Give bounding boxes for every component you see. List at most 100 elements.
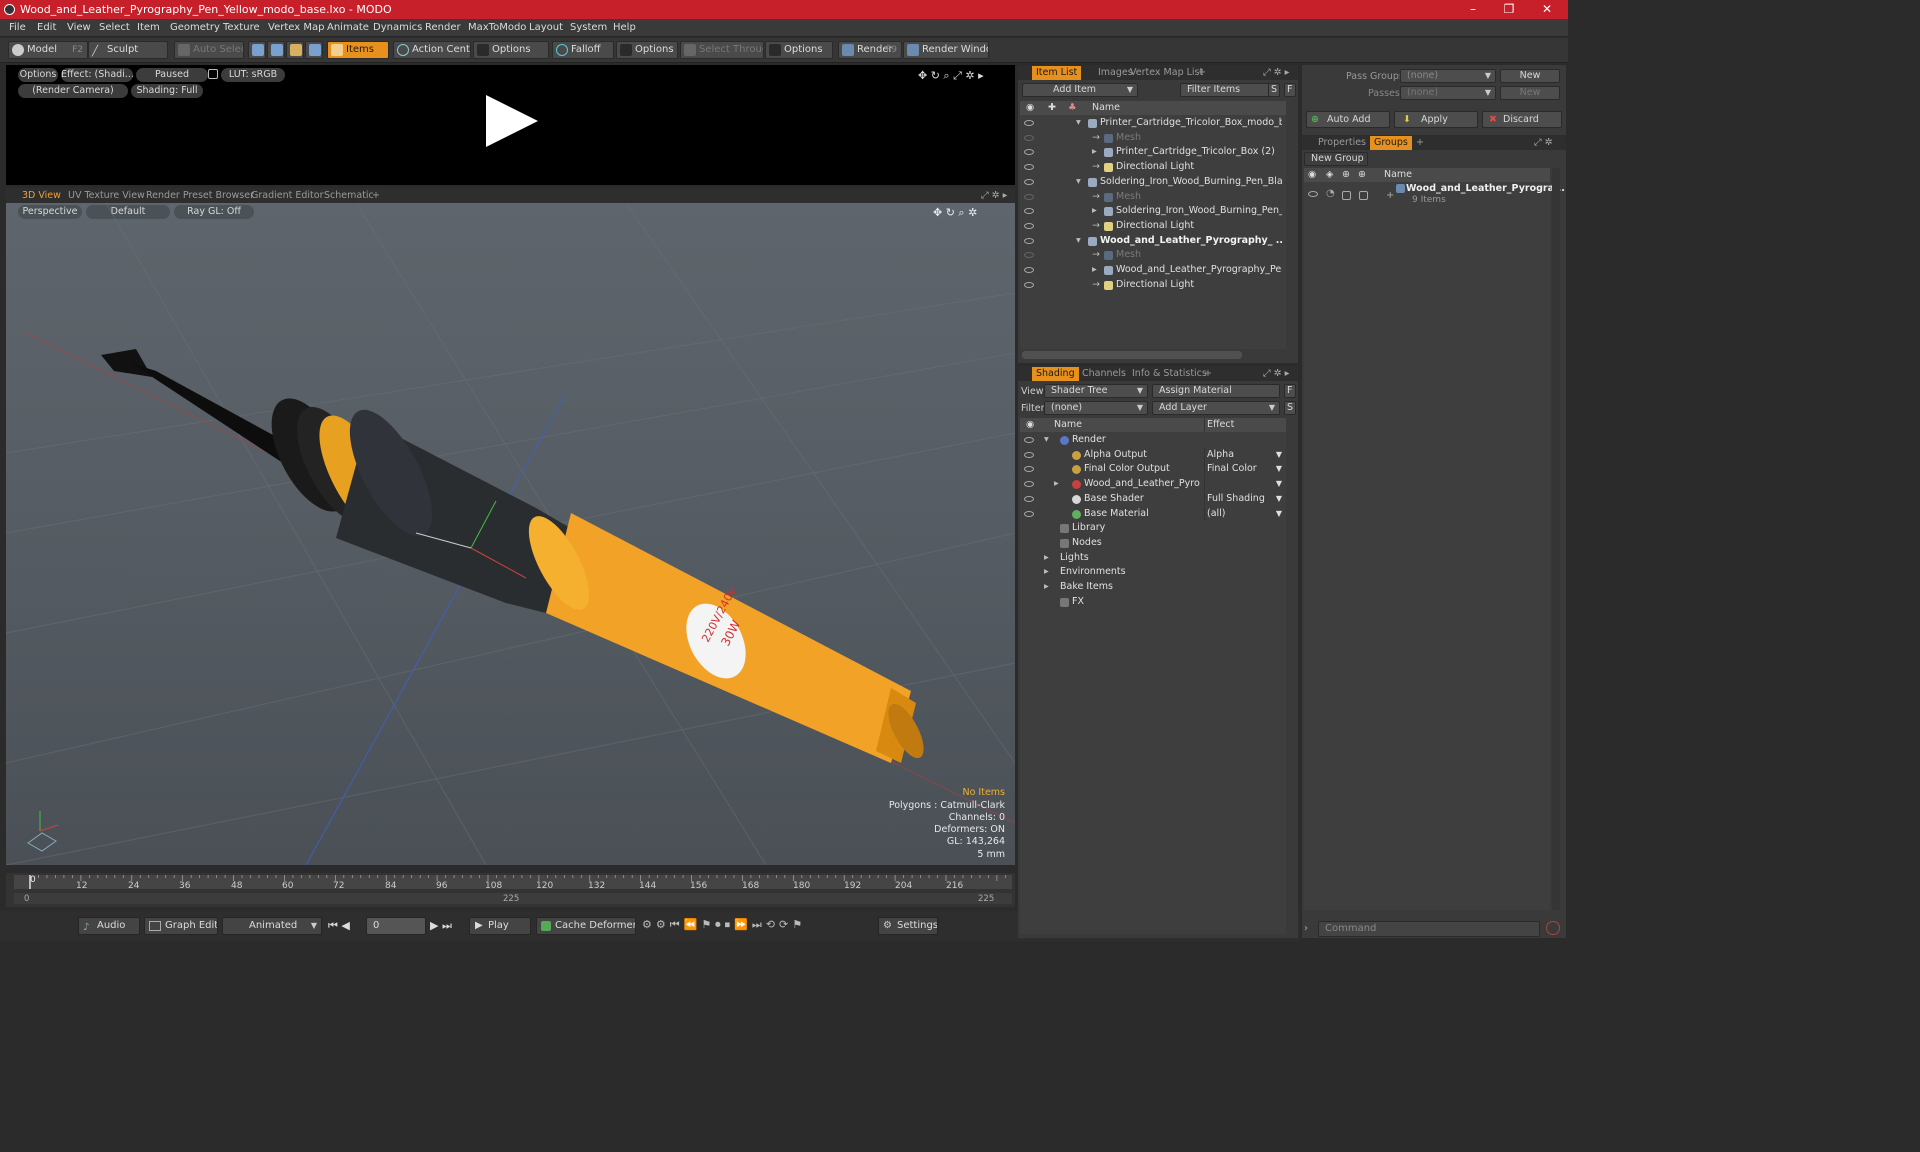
tab-3d-view[interactable]: 3D View bbox=[22, 189, 61, 203]
filter-s-button[interactable]: S bbox=[1268, 83, 1280, 97]
collapse-arrow-icon[interactable]: ▾ bbox=[1076, 234, 1081, 248]
eye-icon[interactable] bbox=[1024, 495, 1034, 502]
tab-schematic[interactable]: Schematic bbox=[324, 189, 374, 203]
eye-icon[interactable] bbox=[1024, 178, 1034, 185]
item-list-row[interactable]: → Mesh bbox=[1020, 190, 1286, 205]
lock-checkbox[interactable] bbox=[1342, 191, 1351, 200]
select-checkbox[interactable] bbox=[1359, 191, 1368, 200]
menu-view[interactable]: View bbox=[67, 22, 91, 33]
eye-icon[interactable] bbox=[1024, 149, 1034, 156]
menu-animate[interactable]: Animate bbox=[327, 22, 369, 33]
eye-icon[interactable] bbox=[1024, 481, 1034, 488]
eye-icon[interactable] bbox=[1024, 164, 1034, 171]
menu-system[interactable]: System bbox=[570, 22, 607, 33]
render-window-button[interactable]: Render Window bbox=[903, 41, 989, 59]
add-tab-button[interactable]: + bbox=[372, 189, 380, 203]
menu-select[interactable]: Select bbox=[99, 22, 130, 33]
eye-icon[interactable] bbox=[1024, 252, 1034, 259]
action-center-button[interactable]: Action Center bbox=[393, 41, 471, 59]
lock-icon[interactable] bbox=[208, 69, 218, 79]
collapse-arrow-icon[interactable]: ▾ bbox=[1076, 116, 1081, 130]
render-camera-dropdown[interactable]: (Render Camera) bbox=[18, 84, 128, 98]
shader-tree-row[interactable]: Nodes bbox=[1020, 536, 1286, 551]
effect-dropdown[interactable]: ▼ bbox=[1204, 477, 1284, 492]
tab-item-list[interactable]: Item List bbox=[1032, 66, 1082, 80]
expand-arrow-icon[interactable]: → bbox=[1092, 160, 1100, 174]
shader-tree-row[interactable]: FX bbox=[1020, 595, 1286, 610]
select-through-button[interactable]: Select Through bbox=[680, 41, 764, 59]
tab-groups[interactable]: Groups bbox=[1370, 136, 1412, 150]
passes-dropdown[interactable]: (none) ▼ bbox=[1400, 86, 1496, 100]
item-list-row[interactable]: ▾ Wood_and_Leather_Pyrography_ ... bbox=[1020, 234, 1286, 249]
frame-input[interactable]: 0 bbox=[366, 917, 426, 935]
shader-tree-row[interactable]: Final Color Output Final Color ▼ bbox=[1020, 462, 1286, 477]
preview-paused-button[interactable]: Paused bbox=[136, 68, 208, 82]
shader-tree-row[interactable]: Library bbox=[1020, 521, 1286, 536]
effect-dropdown[interactable]: Full Shading ▼ bbox=[1204, 491, 1284, 506]
item-list-row[interactable]: → Mesh bbox=[1020, 248, 1286, 263]
skip-forward-icons[interactable]: ▶ ⏭ bbox=[430, 919, 452, 933]
item-list-row[interactable]: ▸ Soldering_Iron_Wood_Burning_Pen_B... bbox=[1020, 204, 1286, 219]
assign-material-button[interactable]: Assign Material bbox=[1152, 384, 1280, 398]
eye-icon[interactable] bbox=[1024, 134, 1034, 141]
sculpt-mode-button[interactable]: ╱ Sculpt bbox=[88, 41, 168, 59]
eye-icon[interactable] bbox=[1024, 437, 1034, 443]
tab-images[interactable]: Images bbox=[1098, 66, 1133, 80]
key-tools-icons[interactable]: ⚙⚙⏮⏪⚑⏺⏹⏩⏭⟲⟳⚑ bbox=[642, 918, 806, 932]
discard-button[interactable]: ✖ Discard bbox=[1482, 111, 1562, 128]
play-icon[interactable] bbox=[484, 93, 540, 149]
expand-icon[interactable]: + bbox=[1386, 190, 1394, 201]
effect-dropdown[interactable]: Alpha ▼ bbox=[1204, 447, 1284, 462]
expand-arrow-icon[interactable]: ▸ bbox=[1092, 204, 1097, 218]
expand-arrow-icon[interactable]: ▸ bbox=[1092, 145, 1097, 159]
tab-uv-texture-view[interactable]: UV Texture View bbox=[68, 189, 145, 203]
menu-geometry[interactable]: Geometry bbox=[170, 22, 220, 33]
eye-icon[interactable] bbox=[1308, 191, 1318, 197]
model-mode-button[interactable]: Model F2 bbox=[8, 41, 88, 59]
eye-icon[interactable] bbox=[1024, 222, 1034, 229]
item-list-row[interactable]: → Directional Light bbox=[1020, 219, 1286, 234]
expand-arrow-icon[interactable]: ▸ bbox=[1044, 580, 1049, 594]
menu-texture[interactable]: Texture bbox=[223, 22, 260, 33]
item-list-row[interactable]: → Mesh bbox=[1020, 131, 1286, 146]
expand-arrow-icon[interactable]: → bbox=[1092, 219, 1100, 233]
tab-shading[interactable]: Shading bbox=[1032, 367, 1079, 381]
filter-dropdown[interactable]: (none) ▼ bbox=[1044, 401, 1148, 415]
eye-icon[interactable] bbox=[1024, 120, 1034, 126]
item-list-row[interactable]: → Directional Light bbox=[1020, 278, 1286, 293]
tab-gradient-editor[interactable]: Gradient Editor bbox=[251, 189, 323, 203]
panel-expand-icon[interactable]: ⤢ ✲ bbox=[1534, 136, 1553, 150]
menu-file[interactable]: File bbox=[9, 22, 26, 33]
shader-tree-row[interactable]: Alpha Output Alpha ▼ bbox=[1020, 447, 1286, 463]
shader-tree-row[interactable]: ▸ Environments bbox=[1020, 565, 1286, 580]
render-toggle-icon[interactable]: ◔ bbox=[1326, 188, 1335, 199]
minimize-button[interactable]: – bbox=[1458, 1, 1488, 18]
play-button[interactable]: ▶ Play bbox=[469, 917, 531, 935]
tab-info-statistics[interactable]: Info & Statistics bbox=[1132, 367, 1207, 381]
tab-channels[interactable]: Channels bbox=[1082, 367, 1126, 381]
tab-vertex-map-list[interactable]: Vertex Map List bbox=[1130, 66, 1203, 80]
shading-s-button[interactable]: S bbox=[1284, 401, 1296, 415]
lut-dropdown[interactable]: LUT: sRGB bbox=[221, 68, 285, 82]
shader-tree-row[interactable]: Base Shader Full Shading ▼ bbox=[1020, 491, 1286, 507]
new-pass-group-button[interactable]: New bbox=[1500, 69, 1560, 83]
command-input[interactable]: Command bbox=[1318, 921, 1540, 937]
eye-icon[interactable] bbox=[1024, 451, 1034, 458]
item-list-row[interactable]: → Directional Light bbox=[1020, 160, 1286, 175]
expand-arrow-icon[interactable]: → bbox=[1092, 190, 1100, 204]
item-list-row[interactable]: ▸ Printer_Cartridge_Tricolor_Box (2) bbox=[1020, 145, 1286, 160]
tab-render-preset-browser[interactable]: Render Preset Browser bbox=[146, 189, 254, 203]
vertices-mode-button[interactable] bbox=[248, 41, 266, 59]
apply-button[interactable]: ⬇ Apply bbox=[1394, 111, 1478, 128]
materials-mode-button[interactable] bbox=[305, 41, 323, 59]
shader-tree-row[interactable]: ▾ Render bbox=[1020, 433, 1286, 448]
settings-button[interactable]: ⚙ Settings bbox=[878, 917, 938, 935]
new-pass-button[interactable]: New bbox=[1500, 86, 1560, 100]
group-row[interactable]: ◔ + Wood_and_Leather_Pyrogra... 9 Items bbox=[1304, 183, 1565, 209]
view-dropdown[interactable]: Shader Tree ▼ bbox=[1044, 384, 1148, 398]
tab-properties[interactable]: Properties bbox=[1318, 136, 1366, 150]
item-list-row[interactable]: ▾ Soldering_Iron_Wood_Burning_Pen_Blac... bbox=[1020, 175, 1286, 190]
filter-items-input[interactable]: Filter Items bbox=[1180, 83, 1280, 97]
menu-help[interactable]: Help bbox=[613, 22, 636, 33]
eye-icon[interactable] bbox=[1024, 281, 1034, 288]
